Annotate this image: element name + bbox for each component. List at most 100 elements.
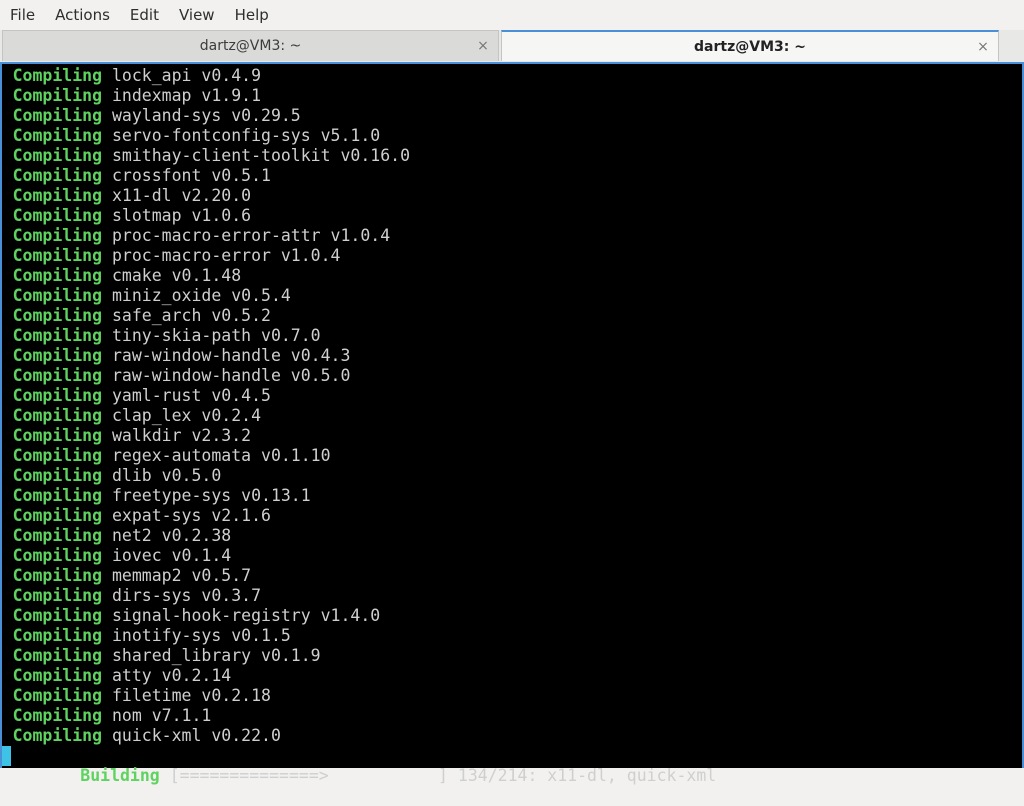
crate-name: x11-dl v2.20.0 xyxy=(112,186,252,205)
terminal-line: Compiling x11-dl v2.20.0 xyxy=(2,186,1022,206)
terminal-line: Compiling cmake v0.1.48 xyxy=(2,266,1022,286)
compile-keyword: Compiling xyxy=(12,666,102,685)
crate-name: clap_lex v0.2.4 xyxy=(112,406,262,425)
terminal-line: Compiling net2 v0.2.38 xyxy=(2,526,1022,546)
terminal-line: Compiling smithay-client-toolkit v0.16.0 xyxy=(2,146,1022,166)
menu-help[interactable]: Help xyxy=(225,0,279,30)
terminal-line: Compiling quick-xml v0.22.0 xyxy=(2,726,1022,746)
crate-name: regex-automata v0.1.10 xyxy=(112,446,331,465)
terminal-line: Compiling memmap2 v0.5.7 xyxy=(2,566,1022,586)
compile-keyword: Compiling xyxy=(12,426,102,445)
compile-keyword: Compiling xyxy=(12,266,102,285)
crate-name: nom v7.1.1 xyxy=(112,706,212,725)
crate-name: shared_library v0.1.9 xyxy=(112,646,321,665)
close-icon[interactable]: × xyxy=(476,39,490,53)
tab-title: dartz@VM3: ~ xyxy=(199,38,302,54)
crate-name: signal-hook-registry v1.4.0 xyxy=(112,606,381,625)
crate-name: memmap2 v0.5.7 xyxy=(112,566,252,585)
crate-name: net2 v0.2.38 xyxy=(112,526,232,545)
crate-name: atty v0.2.14 xyxy=(112,666,232,685)
terminal-line: Compiling signal-hook-registry v1.4.0 xyxy=(2,606,1022,626)
compile-keyword: Compiling xyxy=(12,246,102,265)
build-status-line: Building [==============> ] 134/214: x11-d… xyxy=(2,746,1022,785)
terminal-output[interactable]: Compiling lock_api v0.4.9 Compiling indexma… xyxy=(0,62,1024,785)
compile-keyword: Compiling xyxy=(12,646,102,665)
terminal-line: Compiling atty v0.2.14 xyxy=(2,666,1022,686)
compile-keyword: Compiling xyxy=(12,506,102,525)
terminal-line: Compiling iovec v0.1.4 xyxy=(2,546,1022,566)
compile-keyword: Compiling xyxy=(12,326,102,345)
terminal-line: Compiling dirs-sys v0.3.7 xyxy=(2,586,1022,606)
terminal-line: Compiling yaml-rust v0.4.5 xyxy=(2,386,1022,406)
crate-name: dlib v0.5.0 xyxy=(112,466,222,485)
crate-name: wayland-sys v0.29.5 xyxy=(112,106,301,125)
terminal-line: Compiling proc-macro-error v1.0.4 xyxy=(2,246,1022,266)
terminal-line: Compiling regex-automata v0.1.10 xyxy=(2,446,1022,466)
crate-name: quick-xml v0.22.0 xyxy=(112,726,281,745)
crate-name: servo-fontconfig-sys v5.1.0 xyxy=(112,126,381,145)
terminal-line: Compiling lock_api v0.4.9 xyxy=(2,66,1022,86)
compile-keyword: Compiling xyxy=(12,626,102,645)
crate-name: expat-sys v2.1.6 xyxy=(112,506,271,525)
crate-name: slotmap v1.0.6 xyxy=(112,206,252,225)
progress-count: 134/214: x11-dl, quick-xml xyxy=(457,766,717,785)
compile-keyword: Compiling xyxy=(12,546,102,565)
crate-name: miniz_oxide v0.5.4 xyxy=(112,286,291,305)
compile-keyword: Compiling xyxy=(12,726,102,745)
menu-view[interactable]: View xyxy=(169,0,225,30)
tab-terminal-1[interactable]: dartz@VM3: ~ × xyxy=(2,30,499,61)
close-icon[interactable]: × xyxy=(976,40,990,54)
compile-keyword: Compiling xyxy=(12,106,102,125)
terminal-cursor xyxy=(2,746,11,766)
terminal-line: Compiling wayland-sys v0.29.5 xyxy=(2,106,1022,126)
terminal-line: Compiling crossfont v0.5.1 xyxy=(2,166,1022,186)
terminal-line: Compiling raw-window-handle v0.5.0 xyxy=(2,366,1022,386)
compile-keyword: Compiling xyxy=(12,146,102,165)
crate-name: freetype-sys v0.13.1 xyxy=(112,486,311,505)
crate-name: proc-macro-error v1.0.4 xyxy=(112,246,341,265)
terminal-lines: Compiling lock_api v0.4.9 Compiling indexma… xyxy=(2,66,1022,746)
terminal-line: Compiling servo-fontconfig-sys v5.1.0 xyxy=(2,126,1022,146)
compile-keyword: Compiling xyxy=(12,446,102,465)
compile-keyword: Compiling xyxy=(12,286,102,305)
crate-name: iovec v0.1.4 xyxy=(112,546,232,565)
menu-actions[interactable]: Actions xyxy=(45,0,120,30)
crate-name: dirs-sys v0.3.7 xyxy=(112,586,262,605)
crate-name: yaml-rust v0.4.5 xyxy=(112,386,271,405)
crate-name: tiny-skia-path v0.7.0 xyxy=(112,326,321,345)
compile-keyword: Compiling xyxy=(12,566,102,585)
compile-keyword: Compiling xyxy=(12,466,102,485)
terminal-line: Compiling expat-sys v2.1.6 xyxy=(2,506,1022,526)
terminal-line: Compiling clap_lex v0.2.4 xyxy=(2,406,1022,426)
compile-keyword: Compiling xyxy=(12,386,102,405)
terminal-line: Compiling walkdir v2.3.2 xyxy=(2,426,1022,446)
menu-edit[interactable]: Edit xyxy=(120,0,169,30)
menu-file[interactable]: File xyxy=(0,0,45,30)
crate-name: cmake v0.1.48 xyxy=(112,266,242,285)
compile-keyword: Compiling xyxy=(12,166,102,185)
compile-keyword: Compiling xyxy=(12,486,102,505)
compile-keyword: Compiling xyxy=(12,206,102,225)
crate-name: lock_api v0.4.9 xyxy=(112,66,262,85)
crate-name: filetime v0.2.18 xyxy=(112,686,271,705)
terminal-line: Compiling indexmap v1.9.1 xyxy=(2,86,1022,106)
terminal-line: Compiling slotmap v1.0.6 xyxy=(2,206,1022,226)
crate-name: raw-window-handle v0.4.3 xyxy=(112,346,351,365)
terminal-line: Compiling filetime v0.2.18 xyxy=(2,686,1022,706)
terminal-line: Compiling safe_arch v0.5.2 xyxy=(2,306,1022,326)
compile-keyword: Compiling xyxy=(12,686,102,705)
compile-keyword: Compiling xyxy=(12,66,102,85)
terminal-line: Compiling shared_library v0.1.9 xyxy=(2,646,1022,666)
progress-bar: [==============> ] xyxy=(169,766,448,785)
compile-keyword: Compiling xyxy=(12,586,102,605)
tab-terminal-2[interactable]: dartz@VM3: ~ × xyxy=(501,30,999,61)
terminal-line: Compiling inotify-sys v0.1.5 xyxy=(2,626,1022,646)
terminal-line: Compiling dlib v0.5.0 xyxy=(2,466,1022,486)
terminal-line: Compiling freetype-sys v0.13.1 xyxy=(2,486,1022,506)
compile-keyword: Compiling xyxy=(12,306,102,325)
crate-name: raw-window-handle v0.5.0 xyxy=(112,366,351,385)
terminal-line: Compiling miniz_oxide v0.5.4 xyxy=(2,286,1022,306)
tab-title: dartz@VM3: ~ xyxy=(694,38,806,55)
compile-keyword: Compiling xyxy=(12,226,102,245)
terminal-line: Compiling nom v7.1.1 xyxy=(2,706,1022,726)
